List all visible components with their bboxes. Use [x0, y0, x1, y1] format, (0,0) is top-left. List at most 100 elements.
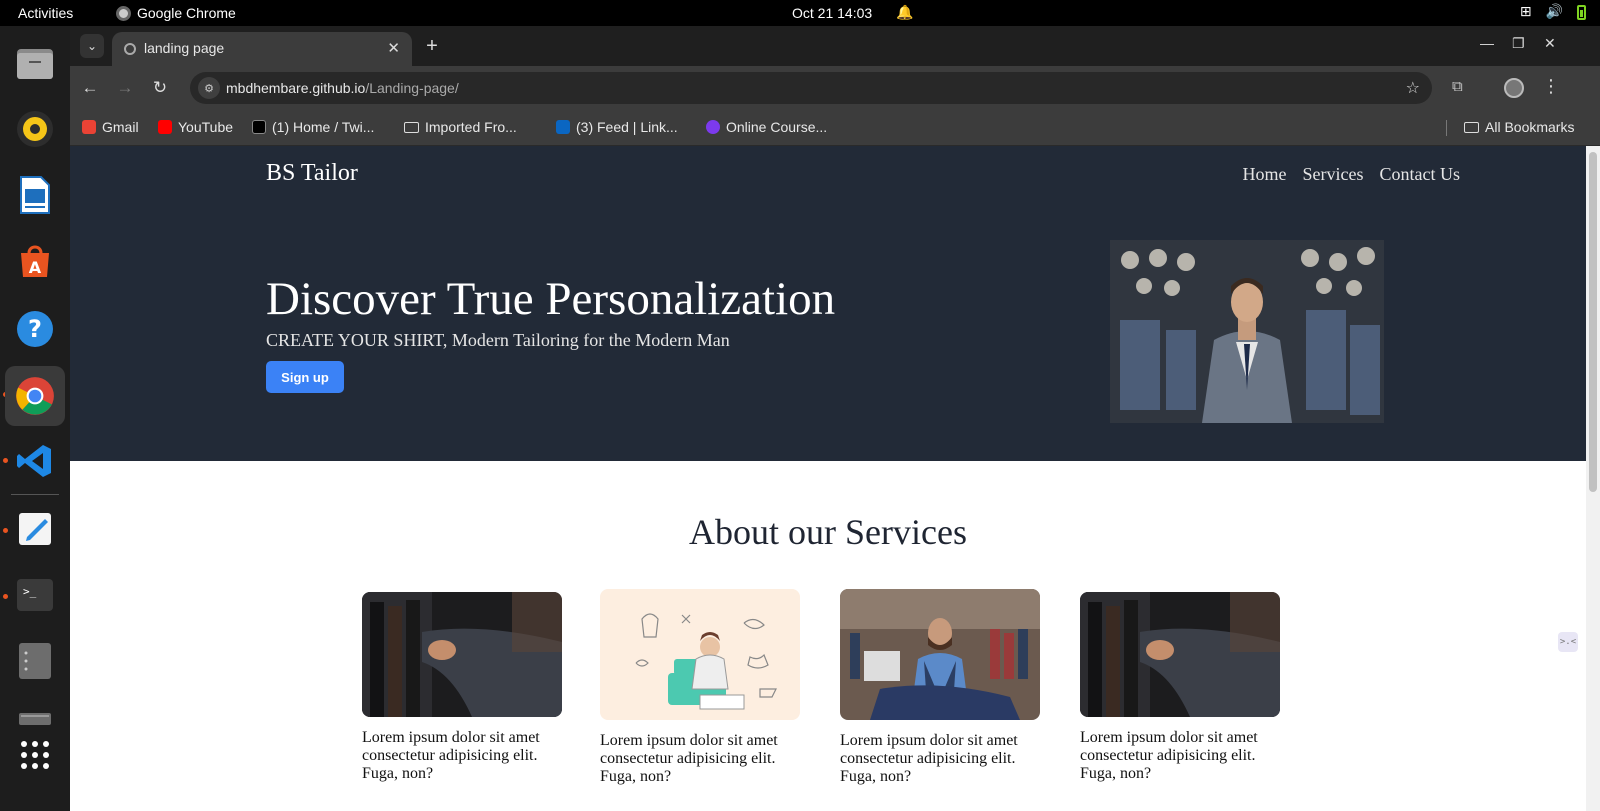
- network-icon: ⊞: [1519, 3, 1532, 19]
- url-text: mbdhembare.github.io/Landing-page/: [226, 80, 459, 96]
- service-image-tailor-at-work: [840, 589, 1040, 720]
- extensions-icon[interactable]: ⧉: [1452, 78, 1463, 95]
- nav-home[interactable]: Home: [1243, 164, 1287, 185]
- page-viewport: BS Tailor Home Services Contact Us Disco…: [70, 146, 1586, 811]
- app-menu[interactable]: Google Chrome: [116, 5, 236, 21]
- bookmark-gmail[interactable]: Gmail: [82, 119, 139, 135]
- terminal-app-icon[interactable]: >_: [12, 572, 58, 618]
- url-path: /Landing-page/: [365, 80, 459, 96]
- close-window-icon[interactable]: ✕: [1544, 35, 1556, 52]
- chevron-down-icon: ⌄: [86, 39, 98, 53]
- bookmark-online-course[interactable]: Online Course...: [706, 119, 827, 135]
- svg-text:A: A: [29, 258, 42, 277]
- writer-app-icon[interactable]: [12, 172, 58, 218]
- minimize-icon[interactable]: —: [1480, 35, 1494, 51]
- service-card-text: Lorem ipsum dolor sit amet consectetur a…: [362, 729, 540, 782]
- bookmarks-bar: Gmail YouTube (1) Home / Twi... Imported…: [70, 110, 1600, 146]
- restore-icon[interactable]: ❐: [1512, 35, 1525, 52]
- bookmark-label: (3) Feed | Link...: [576, 119, 678, 135]
- bookmark-star-icon[interactable]: ☆: [1406, 78, 1420, 98]
- services-section-title: About our Services: [689, 512, 967, 552]
- hero-headline: Discover True Personalization: [266, 273, 836, 325]
- tab-landing-page[interactable]: landing page ✕: [112, 32, 412, 66]
- bookmark-linkedin[interactable]: (3) Feed | Link...: [556, 119, 678, 135]
- rhythmbox-app-icon[interactable]: [12, 106, 58, 152]
- all-bookmarks-label: All Bookmarks: [1485, 119, 1575, 135]
- app-name: Google Chrome: [137, 5, 236, 21]
- text-editor-app-icon[interactable]: [12, 506, 58, 552]
- tab-strip: ⌄ landing page ✕ + — ❐ ✕: [70, 26, 1600, 66]
- tab-title: landing page: [144, 40, 225, 56]
- service-card[interactable]: Lorem ipsum dolor sit amet consectetur a…: [362, 592, 562, 783]
- all-bookmarks-button[interactable]: All Bookmarks: [1464, 119, 1574, 135]
- course-icon: [706, 120, 720, 134]
- close-tab-icon[interactable]: ✕: [387, 39, 400, 57]
- assistant-widget-icon[interactable]: >.<: [1558, 632, 1578, 652]
- address-bar[interactable]: ⚙ mbdhembare.github.io/Landing-page/ ☆: [190, 72, 1432, 104]
- youtube-icon: [158, 120, 172, 134]
- files-app-icon[interactable]: [12, 40, 58, 86]
- main-nav: Home Services Contact Us: [1243, 164, 1460, 185]
- service-card[interactable]: Lorem ipsum dolor sit amet consectetur a…: [600, 589, 800, 786]
- vscode-app-icon[interactable]: [12, 438, 58, 484]
- url-host: mbdhembare.github.io: [226, 80, 366, 96]
- chrome-menu-icon[interactable]: ⋮: [1542, 76, 1560, 97]
- bookmarks-separator: [1446, 120, 1447, 136]
- hero-subheading: CREATE YOUR SHIRT, Modern Tailoring for …: [266, 330, 730, 350]
- gmail-icon: [82, 120, 96, 134]
- service-card-text: Lorem ipsum dolor sit amet consectetur a…: [1080, 729, 1258, 782]
- bookmark-imported-folder[interactable]: Imported Fro...: [404, 119, 517, 135]
- tab-search-button[interactable]: ⌄: [80, 34, 104, 58]
- site-info-icon[interactable]: ⚙: [198, 77, 220, 99]
- scrollbar-thumb[interactable]: [1589, 152, 1597, 492]
- bookmark-label: Imported Fro...: [425, 119, 517, 135]
- bookmark-youtube[interactable]: YouTube: [158, 119, 233, 135]
- bookmark-label: YouTube: [178, 119, 234, 135]
- clock[interactable]: Oct 21 14:03: [792, 5, 872, 21]
- service-card[interactable]: Lorem ipsum dolor sit amet consectetur a…: [840, 589, 1040, 786]
- reload-button[interactable]: ↻: [148, 76, 172, 100]
- browser-toolbar: ← → ↻ ⚙ mbdhembare.github.io/Landing-pag…: [70, 66, 1600, 110]
- battery-icon: [1577, 5, 1586, 20]
- linkedin-icon: [556, 120, 570, 134]
- service-card-text: Lorem ipsum dolor sit amet consectetur a…: [600, 732, 778, 785]
- profile-avatar[interactable]: [1504, 78, 1524, 98]
- forward-button[interactable]: →: [113, 76, 137, 100]
- running-indicator: [3, 528, 8, 533]
- new-tab-button[interactable]: +: [418, 32, 446, 60]
- chrome-app-icon[interactable]: [5, 366, 65, 426]
- show-apps-icon[interactable]: [12, 732, 58, 778]
- page-scrollbar[interactable]: [1586, 146, 1600, 811]
- running-indicator: [3, 458, 8, 463]
- bookmark-label: Gmail: [102, 119, 139, 135]
- hero-image-tailor: [1110, 240, 1384, 423]
- chrome-icon: [116, 5, 131, 21]
- bookmark-twitter[interactable]: (1) Home / Twi...: [252, 119, 374, 135]
- service-image-suit-rack: [1080, 592, 1280, 717]
- file-manager-app-icon[interactable]: [12, 638, 58, 684]
- folder-icon: [1464, 121, 1479, 133]
- back-button[interactable]: ←: [78, 76, 102, 100]
- bookmark-label: Online Course...: [726, 119, 828, 135]
- globe-icon: [124, 43, 136, 55]
- brand-logo[interactable]: BS Tailor: [266, 160, 358, 187]
- hero-section: BS Tailor Home Services Contact Us Disco…: [70, 146, 1586, 461]
- svg-text:?: ?: [28, 315, 42, 343]
- system-top-bar: Activities Google Chrome Oct 21 14:03 🔔 …: [0, 0, 1600, 26]
- volume-icon: 🔊: [1545, 3, 1563, 19]
- x-icon: [252, 120, 266, 134]
- app-center-icon[interactable]: A: [12, 238, 58, 284]
- system-tray[interactable]: ⊞ 🔊: [1520, 3, 1586, 20]
- signup-button[interactable]: Sign up: [266, 361, 344, 393]
- nav-contact-us[interactable]: Contact Us: [1380, 164, 1461, 185]
- bookmark-label: (1) Home / Twi...: [272, 119, 375, 135]
- svg-text:>_: >_: [23, 585, 37, 598]
- service-image-sewing-illustration: [600, 589, 800, 720]
- help-app-icon[interactable]: ?: [12, 306, 58, 352]
- activities-button[interactable]: Activities: [18, 5, 73, 21]
- service-card[interactable]: Lorem ipsum dolor sit amet consectetur a…: [1080, 592, 1280, 783]
- service-card-text: Lorem ipsum dolor sit amet consectetur a…: [840, 732, 1018, 785]
- folder-icon: [404, 121, 419, 133]
- nav-services[interactable]: Services: [1303, 164, 1364, 185]
- bell-icon[interactable]: 🔔: [896, 4, 913, 21]
